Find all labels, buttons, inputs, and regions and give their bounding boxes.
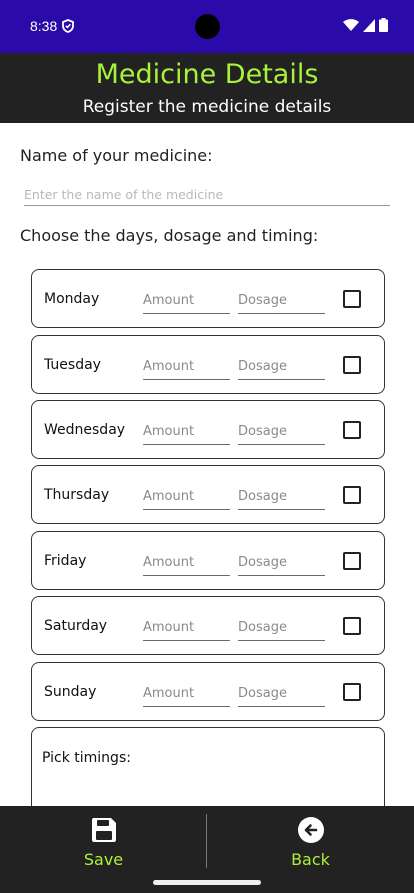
save-label: Save (83, 850, 124, 869)
amount-input[interactable] (143, 483, 230, 510)
day-row-tuesday: Tuesday (31, 335, 385, 394)
shield-icon (62, 19, 74, 38)
day-label: Wednesday (44, 422, 126, 438)
status-bar: 8:38 (0, 0, 414, 53)
dosage-input[interactable] (238, 287, 325, 314)
day-row-sunday: Sunday (31, 662, 385, 721)
amount-input[interactable] (143, 680, 230, 707)
day-label: Friday (44, 553, 87, 569)
back-button[interactable]: Back (207, 806, 414, 872)
timings-label: Pick timings: (42, 750, 131, 766)
day-label: Thursday (44, 487, 110, 503)
medicine-name-label: Name of your medicine: (20, 146, 213, 165)
day-checkbox[interactable] (343, 290, 361, 308)
day-checkbox[interactable] (343, 617, 361, 635)
day-row-wednesday: Wednesday (31, 400, 385, 459)
back-label: Back (291, 850, 330, 869)
arrow-left-circle-icon (297, 816, 325, 844)
amount-input[interactable] (143, 418, 230, 445)
timings-card: Pick timings: (31, 727, 385, 806)
day-row-thursday: Thursday (31, 465, 385, 524)
day-label: Sunday (44, 684, 97, 700)
day-row-monday: Monday (31, 269, 385, 328)
day-label: Monday (44, 291, 100, 307)
amount-input[interactable] (143, 614, 230, 641)
camera-cutout (195, 14, 220, 39)
day-checkbox[interactable] (343, 552, 361, 570)
day-row-friday: Friday (31, 531, 385, 590)
day-checkbox[interactable] (343, 683, 361, 701)
dosage-input[interactable] (238, 418, 325, 445)
amount-input[interactable] (143, 287, 230, 314)
dosage-input[interactable] (238, 549, 325, 576)
day-label: Tuesday (44, 357, 101, 373)
schedule-label: Choose the days, dosage and timing: (20, 226, 319, 245)
amount-input[interactable] (143, 353, 230, 380)
form-content[interactable]: Name of your medicine: Choose the days, … (0, 123, 414, 806)
day-checkbox[interactable] (343, 356, 361, 374)
wifi-icon (343, 18, 359, 31)
dosage-input[interactable] (238, 680, 325, 707)
day-row-saturday: Saturday (31, 596, 385, 655)
dosage-input[interactable] (238, 483, 325, 510)
status-icons (343, 18, 388, 32)
status-time: 8:38 (30, 18, 58, 34)
dosage-input[interactable] (238, 353, 325, 380)
floppy-disk-icon (90, 816, 118, 844)
dosage-input[interactable] (238, 614, 325, 641)
amount-input[interactable] (143, 549, 230, 576)
day-checkbox[interactable] (343, 486, 361, 504)
medicine-name-input[interactable] (24, 183, 390, 206)
page-title: Medicine Details (95, 59, 319, 90)
day-checkbox[interactable] (343, 421, 361, 439)
battery-icon (379, 18, 388, 32)
signal-icon (363, 18, 375, 32)
save-button[interactable]: Save (0, 806, 207, 872)
page-header: Medicine Details Register the medicine d… (0, 53, 414, 123)
page-subtitle: Register the medicine details (82, 97, 332, 117)
day-label: Saturday (44, 618, 108, 634)
home-indicator[interactable] (153, 880, 261, 885)
